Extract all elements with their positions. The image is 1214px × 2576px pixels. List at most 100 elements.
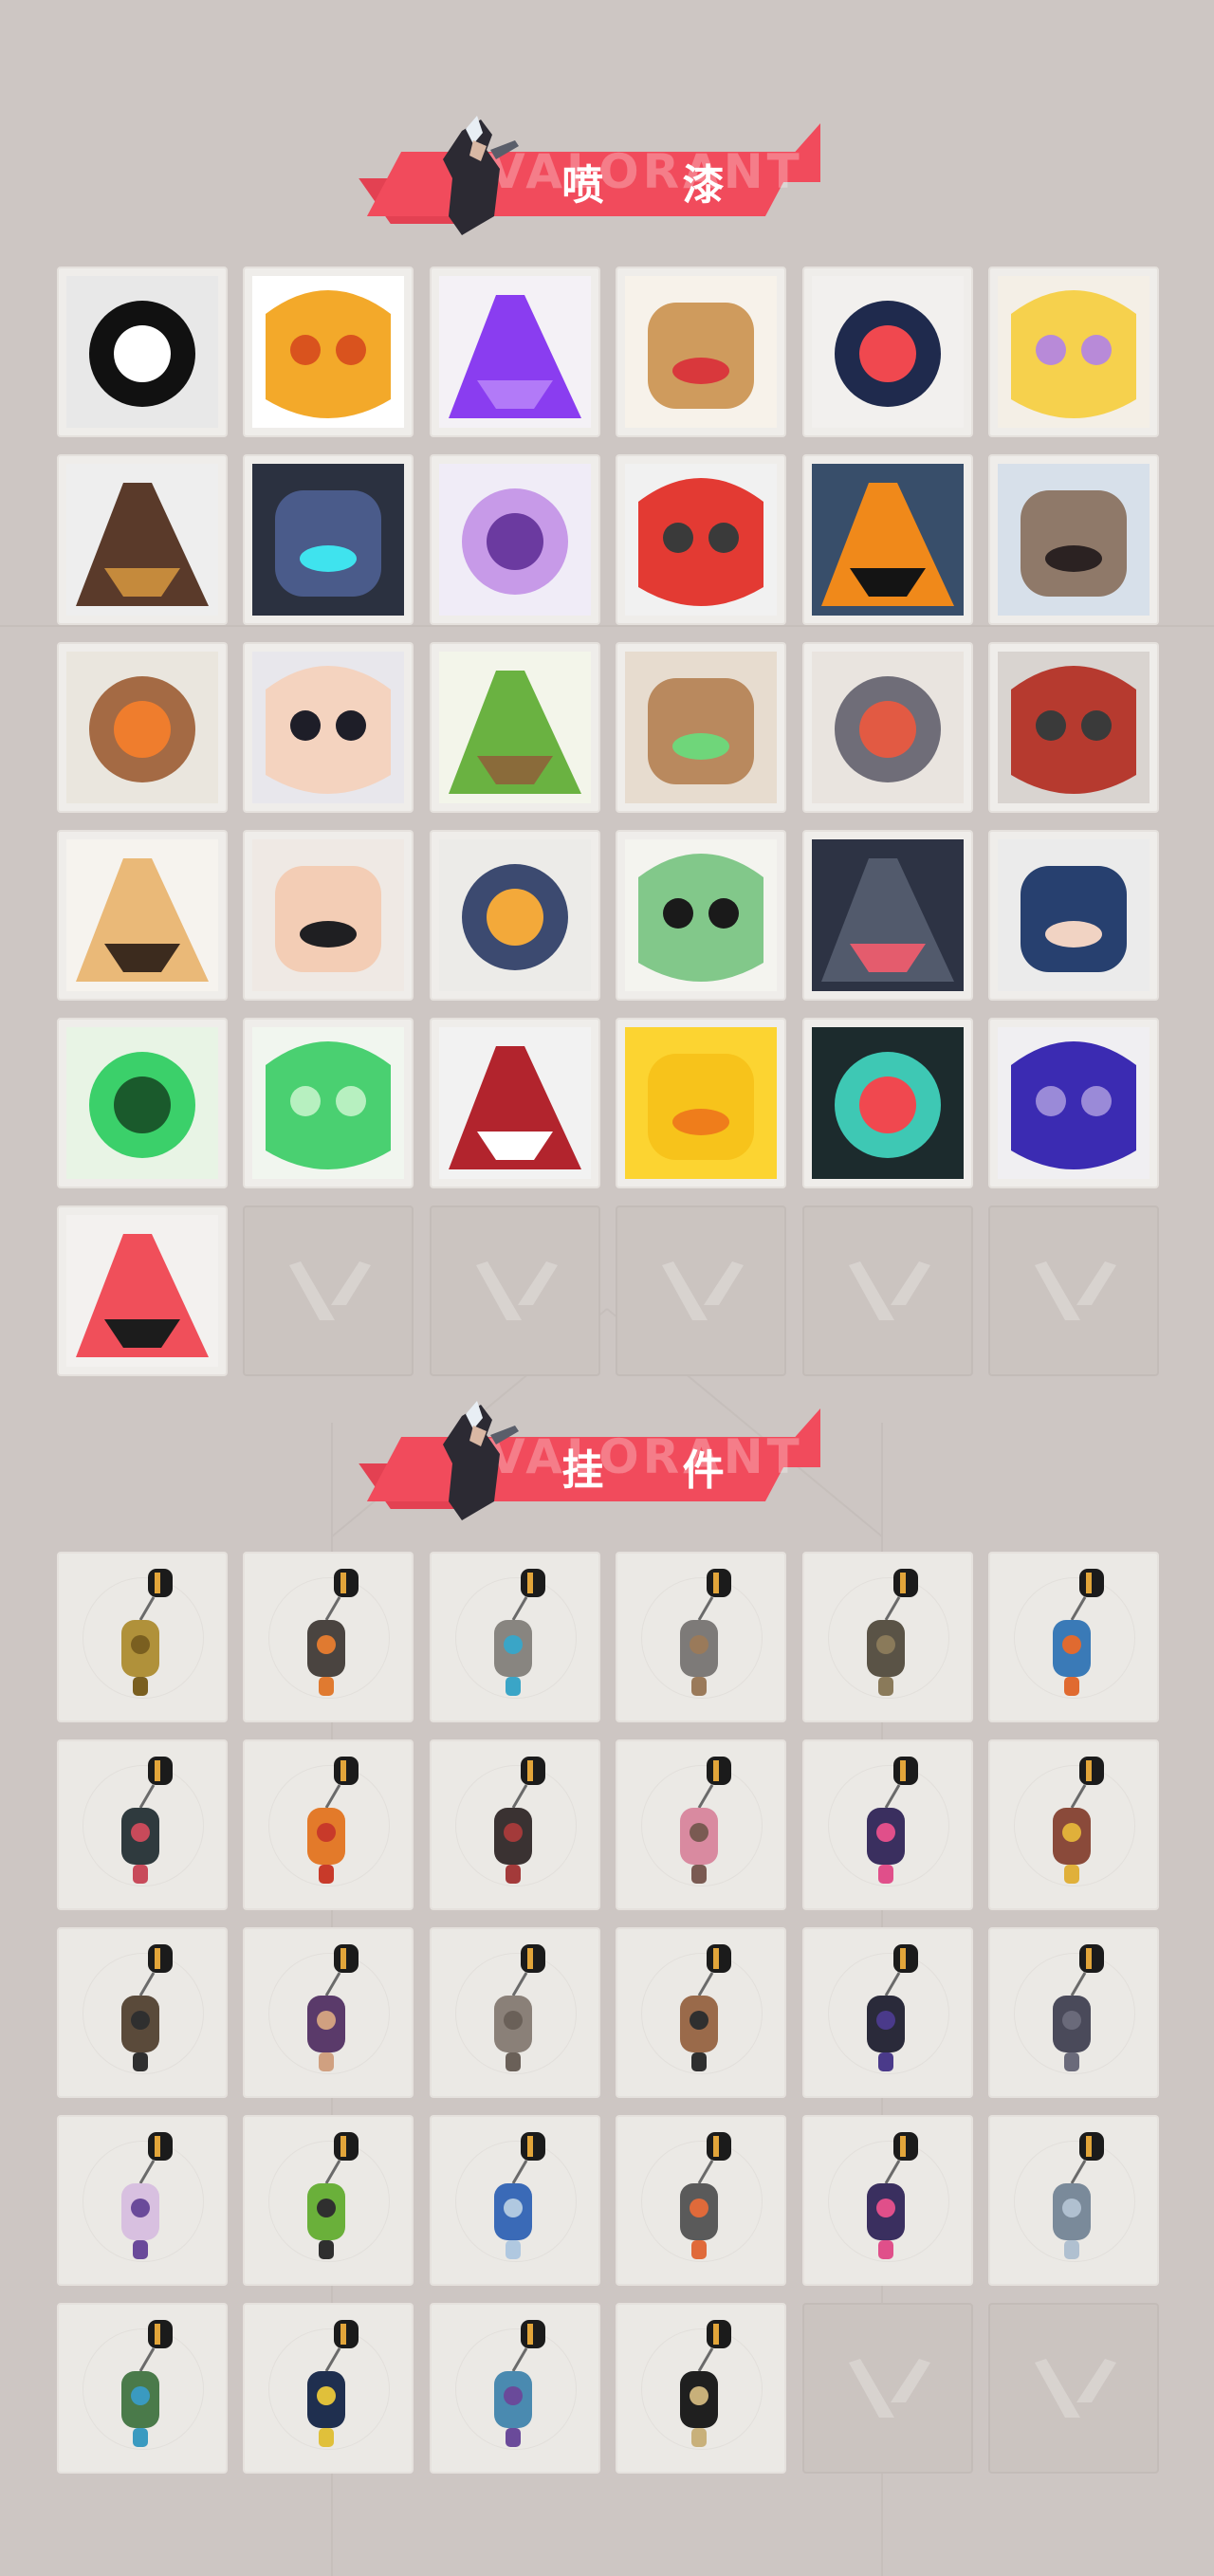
green-snake-spray-image	[66, 1027, 218, 1179]
blue-bottle-charm[interactable]	[987, 1552, 1159, 1722]
witch-tassel-charm-image	[866, 1944, 918, 2071]
red-x-button-spray[interactable]	[429, 1018, 600, 1188]
ep9-badge-charm-image	[307, 2320, 359, 2447]
bear-bell-charm[interactable]	[987, 1739, 1159, 1910]
pixel-agent-spray[interactable]	[57, 454, 228, 625]
spiked-charm-image	[1052, 1944, 1104, 2071]
witch-tassel-charm[interactable]	[801, 1927, 973, 2098]
v-logo-red-spray[interactable]	[57, 1205, 228, 1376]
red-blade-spray[interactable]	[987, 642, 1159, 813]
girl-with-pencil-spray[interactable]	[243, 830, 414, 1001]
braided-cord-charm-image	[493, 1757, 545, 1884]
navy-chevron-spray[interactable]	[801, 267, 973, 437]
ep9-badge-charm-image	[866, 2132, 918, 2259]
orange-button-spray[interactable]	[801, 454, 973, 625]
gold-figure-charm-image	[121, 1569, 173, 1696]
sleepy-creature-spray[interactable]	[987, 267, 1159, 437]
cupcake-charm[interactable]	[616, 1739, 787, 1910]
frog-spray-image	[625, 839, 778, 991]
crying-creature-spray-image	[811, 652, 964, 803]
graffiti-tag-spray-image	[997, 1027, 1150, 1179]
empty-spray-slot	[987, 1205, 1159, 1376]
agent-figure-charm-image	[307, 1944, 359, 2071]
clown-face-spray-image	[625, 464, 778, 616]
green-pager-charm[interactable]	[243, 2115, 414, 2286]
walkie-device-charm[interactable]	[616, 2115, 787, 2286]
sentinel-drone-charm-image	[307, 1569, 359, 1696]
green-eyes-spray-image	[625, 652, 778, 803]
chain-blade-charm[interactable]	[57, 1739, 228, 1910]
mechanism-charm[interactable]	[57, 1927, 228, 2098]
anime-boy-spray[interactable]	[243, 642, 414, 813]
robot-head-spray[interactable]	[243, 454, 414, 625]
lava-lamp-charm-image	[121, 2132, 173, 2259]
spiked-charm[interactable]	[987, 1927, 1159, 2098]
sphere-bag-charm-image	[866, 1569, 918, 1696]
green-pager-charm-image	[307, 2132, 359, 2259]
v-logo-teal-spray[interactable]	[801, 1018, 973, 1188]
blue-ribbon-charm[interactable]	[429, 1552, 600, 1722]
frog-spray[interactable]	[616, 830, 787, 1001]
orange-drop-charm[interactable]	[243, 1739, 414, 1910]
astronaut-charm-image	[493, 2132, 545, 2259]
ep9-badge-charm[interactable]	[801, 2115, 973, 2286]
empty-spray-slot	[616, 1205, 787, 1376]
grey-cat-spray-image	[811, 839, 964, 991]
sentinel-drone-charm[interactable]	[243, 1552, 414, 1722]
red-x-button-spray-image	[438, 1027, 591, 1179]
lava-lamp-charm[interactable]	[57, 2115, 228, 2286]
v-logo-teal-spray-image	[811, 1027, 964, 1179]
braided-cord-charm[interactable]	[429, 1739, 600, 1910]
walkie-device-charm-image	[680, 2132, 732, 2259]
goggles-face-spray[interactable]	[616, 267, 787, 437]
penguin-beanie-spray[interactable]	[429, 830, 600, 1001]
agent-figure-charm[interactable]	[243, 1927, 414, 2098]
ufo-charm-image	[493, 2320, 545, 2447]
gold-figure-charm[interactable]	[57, 1552, 228, 1722]
sleepy-creature-spray-image	[997, 276, 1150, 428]
purple-scribble-spray[interactable]	[429, 267, 600, 437]
tiger-cub-spray-image	[66, 839, 218, 991]
raccoon-figure-charm[interactable]	[616, 1552, 787, 1722]
ep9-badge-charm-image	[866, 1757, 918, 1884]
green-can-charm[interactable]	[57, 2303, 228, 2474]
navy-chevron-spray-image	[811, 276, 964, 428]
ufo-charm[interactable]	[429, 2303, 600, 2474]
green-eyes-spray[interactable]	[616, 642, 787, 813]
blue-bottle-charm-image	[1052, 1569, 1104, 1696]
empty-charm-slot	[987, 2303, 1159, 2474]
ep9-badge-charm[interactable]	[243, 2303, 414, 2474]
raccoon-spray[interactable]	[987, 454, 1159, 625]
blue-ribbon-charm-image	[493, 1569, 545, 1696]
graffiti-tag-spray[interactable]	[987, 1018, 1159, 1188]
green-snake-spray[interactable]	[57, 1018, 228, 1188]
purple-ghost-spray[interactable]	[429, 454, 600, 625]
green-orb-spray[interactable]	[243, 1018, 414, 1188]
hooded-agent-spray[interactable]	[987, 830, 1159, 1001]
clown-face-spray[interactable]	[616, 454, 787, 625]
crying-creature-spray[interactable]	[801, 642, 973, 813]
v-logo-red-spray-image	[66, 1215, 218, 1367]
crate-charm-image	[680, 1944, 732, 2071]
green-box-spray[interactable]	[429, 642, 600, 813]
grey-cat-spray[interactable]	[801, 830, 973, 1001]
sphere-bag-charm[interactable]	[801, 1552, 973, 1722]
cowboy-figure-charm[interactable]	[429, 1927, 600, 2098]
tiger-cub-spray[interactable]	[57, 830, 228, 1001]
bear-bell-charm-image	[1052, 1757, 1104, 1884]
crate-charm[interactable]	[616, 1927, 787, 2098]
agent-figure-icon	[443, 116, 519, 235]
valorant-coin-charm[interactable]	[616, 2303, 787, 2474]
sprays-section-title: 喷 漆	[561, 161, 757, 210]
duck-face-spray[interactable]	[616, 1018, 787, 1188]
black-star-spray[interactable]	[57, 267, 228, 437]
orange-mask-spray[interactable]	[243, 267, 414, 437]
bearded-agent-spray[interactable]	[57, 642, 228, 813]
green-box-spray-image	[438, 652, 591, 803]
astronaut-charm[interactable]	[429, 2115, 600, 2286]
card-tag-charm[interactable]	[987, 2115, 1159, 2286]
ep9-badge-charm[interactable]	[801, 1739, 973, 1910]
black-star-spray-image	[66, 276, 218, 428]
cupcake-charm-image	[680, 1757, 732, 1884]
duck-face-spray-image	[625, 1027, 778, 1179]
